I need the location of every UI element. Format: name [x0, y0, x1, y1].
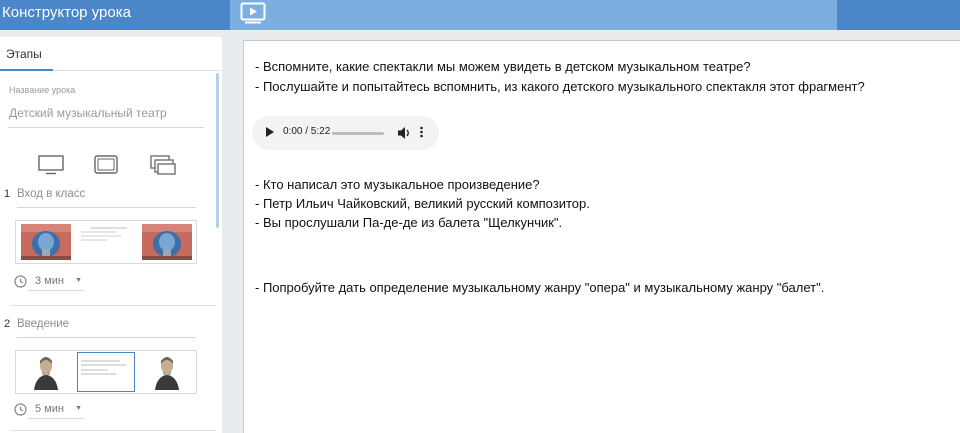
tv-icon[interactable] [38, 155, 64, 175]
content-line: - Петр Ильич Чайковский, великий русский… [255, 196, 590, 211]
play-icon[interactable] [266, 127, 274, 137]
content-line: - Попробуйте дать определение музыкально… [255, 280, 825, 295]
duration-value: 5 мин [35, 403, 64, 415]
slide-thumbnails [15, 350, 197, 394]
multi-screen-icon[interactable] [150, 155, 176, 175]
stage-name-field[interactable]: Введение [17, 318, 69, 330]
slide-thumbnails [15, 220, 197, 264]
stage-name-underline [17, 207, 196, 208]
duration-select[interactable]: 5 мин ▼ [28, 401, 85, 419]
duration-select[interactable]: 3 мин ▼ [28, 273, 85, 291]
stage-number: 2 [4, 318, 11, 330]
slide-thumbnail[interactable] [17, 352, 75, 392]
sidebar: Этапы Название урока Детский музыкальный… [0, 37, 222, 433]
more-options-icon[interactable] [420, 124, 423, 140]
content-line: - Вы прослушали Па-де-де из балета "Щелк… [255, 215, 563, 230]
nutcracker-image [142, 224, 192, 260]
app-title: Конструктор урока [2, 4, 131, 21]
tablet-icon[interactable] [94, 155, 118, 175]
slide-content[interactable]: - Вспомните, какие спектакли мы можем ув… [243, 40, 960, 433]
text-slide-preview [81, 227, 127, 241]
lesson-name-label: Название урока [9, 85, 76, 95]
lesson-name-field[interactable]: Детский музыкальный театр [9, 106, 167, 120]
content-line: - Вспомните, какие спектакли мы можем ув… [255, 59, 751, 74]
tab-active-indicator [0, 69, 53, 71]
tab-stages[interactable]: Этапы [6, 47, 42, 61]
play-icon[interactable] [240, 2, 266, 24]
stage-name-underline [17, 337, 196, 338]
portrait-image [34, 357, 58, 390]
clock-icon [14, 403, 27, 416]
portrait-image [155, 357, 179, 390]
audio-time: 0:00 / 5:22 [283, 126, 331, 137]
slide-thumbnail-selected[interactable] [77, 352, 135, 392]
stage-divider [11, 430, 216, 431]
volume-icon[interactable] [397, 125, 411, 141]
audio-progress-track[interactable] [332, 132, 384, 135]
chevron-down-icon: ▼ [75, 277, 82, 284]
stage-divider [11, 305, 216, 306]
slide-thumbnail[interactable] [77, 222, 135, 262]
lesson-name-underline [8, 127, 204, 128]
slide-thumbnail[interactable] [17, 222, 75, 262]
top-bar: Конструктор урока [0, 0, 960, 30]
stage-name-field[interactable]: Вход в класс [17, 188, 85, 200]
clock-icon [14, 275, 27, 288]
stage-number: 1 [4, 188, 11, 200]
tabs: Этапы [0, 37, 222, 71]
nutcracker-image [21, 224, 71, 260]
content-line: - Кто написал это музыкальное произведен… [255, 177, 540, 192]
duration-value: 3 мин [35, 275, 64, 287]
slide-thumbnail[interactable] [138, 352, 196, 392]
preview-bar [230, 0, 837, 30]
sidebar-scrollbar[interactable] [216, 73, 219, 228]
chevron-down-icon: ▼ [75, 405, 82, 412]
content-line: - Послушайте и попытайтесь вспомнить, из… [255, 79, 865, 94]
text-slide-preview [81, 360, 126, 375]
audio-player: 0:00 / 5:22 [252, 116, 439, 150]
slide-thumbnail[interactable] [138, 222, 196, 262]
